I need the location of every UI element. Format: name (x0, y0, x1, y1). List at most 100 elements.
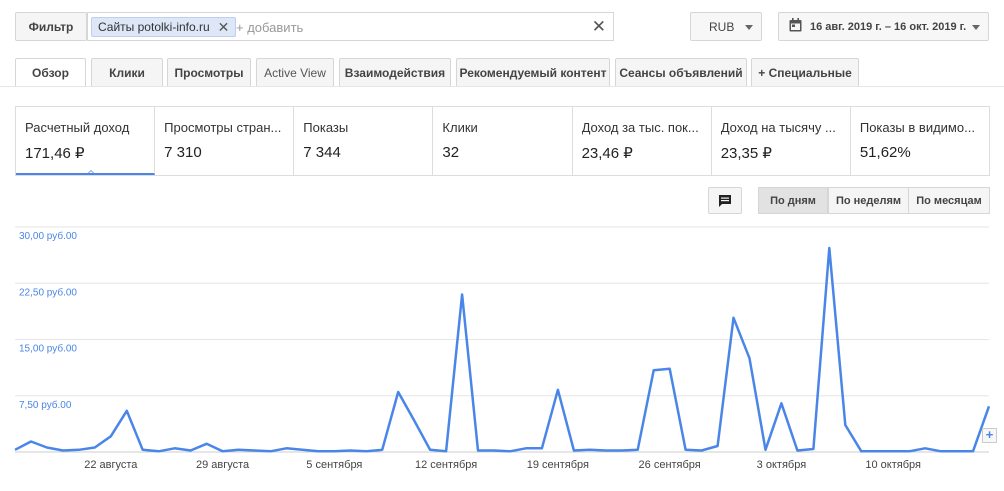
date-range-picker[interactable]: 16 авг. 2019 г. – 16 окт. 2019 г. (778, 12, 989, 41)
x-tick-label: 19 сентября (527, 459, 589, 471)
metric-page-views[interactable]: Просмотры стран... 7 310 (155, 107, 295, 175)
data-point[interactable] (379, 447, 385, 453)
data-point[interactable] (762, 447, 768, 453)
data-point[interactable] (395, 389, 401, 395)
data-point[interactable] (267, 448, 273, 454)
metric-value: 51,62% (859, 144, 911, 161)
data-point[interactable] (539, 445, 545, 451)
tab-overview[interactable]: Обзор (15, 58, 86, 87)
data-point[interactable] (746, 355, 752, 361)
data-point[interactable] (283, 445, 289, 451)
data-point[interactable] (44, 445, 50, 451)
data-point[interactable] (731, 315, 737, 321)
data-point[interactable] (411, 418, 417, 424)
metric-label: Доход на тысячу ... (720, 120, 836, 135)
period-weekly-button[interactable]: По неделям (828, 187, 909, 214)
data-point[interactable] (826, 245, 832, 251)
data-point[interactable] (507, 448, 513, 454)
data-point[interactable] (683, 447, 689, 453)
data-point[interactable] (938, 448, 944, 454)
tab-active-view[interactable]: Active View (256, 58, 334, 87)
data-point[interactable] (12, 447, 18, 453)
data-point[interactable] (970, 448, 976, 454)
data-point[interactable] (124, 408, 130, 414)
currency-select[interactable]: RUB (690, 12, 762, 41)
data-point[interactable] (667, 366, 673, 372)
data-point[interactable] (347, 448, 353, 454)
data-point[interactable] (299, 447, 305, 453)
data-point[interactable] (172, 445, 178, 451)
filter-chip[interactable]: Сайты potolki-info.ru ✕ (91, 17, 237, 37)
data-point[interactable] (92, 445, 98, 451)
data-point[interactable] (651, 367, 657, 373)
metric-label: Показы (303, 120, 349, 135)
metric-page-rpm[interactable]: Доход за тыс. пок... 23,46 ₽ (573, 107, 712, 175)
data-point[interactable] (571, 448, 577, 454)
data-point[interactable] (60, 448, 66, 454)
data-point[interactable] (715, 443, 721, 449)
filter-button[interactable]: Фильтр (15, 12, 87, 41)
data-point[interactable] (427, 447, 433, 453)
period-monthly-button[interactable]: По месяцам (908, 187, 990, 214)
data-point[interactable] (188, 448, 194, 454)
data-point[interactable] (810, 446, 816, 452)
data-point[interactable] (954, 448, 960, 454)
y-tick-label: 30,00 руб.00 (19, 230, 77, 242)
data-point[interactable] (890, 448, 896, 454)
data-point[interactable] (523, 445, 529, 451)
data-point[interactable] (906, 448, 912, 454)
tab-custom[interactable]: + Специальные (751, 58, 859, 87)
tab-clicks[interactable]: Клики (91, 58, 163, 87)
tab-recommended-content[interactable]: Рекомендуемый контент (456, 58, 610, 87)
data-point[interactable] (922, 445, 928, 451)
metric-label: Клики (442, 120, 478, 135)
data-point[interactable] (220, 448, 226, 454)
data-point[interactable] (140, 447, 146, 453)
annotation-button[interactable] (708, 187, 742, 214)
data-point[interactable] (587, 447, 593, 453)
data-point[interactable] (842, 422, 848, 428)
data-point[interactable] (603, 448, 609, 454)
data-point[interactable] (858, 448, 864, 454)
data-point[interactable] (794, 448, 800, 454)
data-point[interactable] (331, 448, 337, 454)
x-tick-label: 22 августа (84, 459, 138, 471)
data-point[interactable] (475, 448, 481, 454)
tab-views[interactable]: Просмотры (167, 58, 251, 87)
clear-filter-icon[interactable]: ✕ (592, 17, 606, 37)
data-point[interactable] (619, 448, 625, 454)
data-point[interactable] (236, 447, 242, 453)
series-line (14, 246, 991, 453)
metric-impressions[interactable]: Показы 7 344 (294, 107, 434, 175)
filter-input-box[interactable]: Сайты potolki-info.ru ✕ + добавить ✕ (87, 12, 614, 41)
data-point[interactable] (986, 403, 992, 409)
data-point[interactable] (28, 439, 34, 445)
data-point[interactable] (491, 448, 497, 454)
data-point[interactable] (778, 400, 784, 406)
data-point[interactable] (315, 448, 321, 454)
tab-interactions[interactable]: Взаимодействия (339, 58, 451, 87)
data-point[interactable] (156, 448, 162, 454)
data-point[interactable] (459, 292, 465, 298)
plus-icon[interactable]: + (982, 428, 997, 443)
data-point[interactable] (555, 387, 561, 393)
chevron-down-icon (972, 25, 980, 30)
metric-viewable-impressions[interactable]: Показы в видимо... 51,62% (851, 107, 989, 175)
chevron-down-icon (745, 25, 753, 30)
add-filter-placeholder[interactable]: + добавить (236, 20, 303, 35)
data-point[interactable] (443, 448, 449, 454)
data-point[interactable] (363, 448, 369, 454)
data-point[interactable] (699, 448, 705, 454)
data-point[interactable] (874, 448, 880, 454)
data-point[interactable] (76, 447, 82, 453)
data-point[interactable] (204, 441, 210, 447)
metric-impression-rpm[interactable]: Доход на тысячу ... 23,35 ₽ (712, 107, 851, 175)
period-daily-button[interactable]: По дням (758, 187, 828, 214)
tab-ad-sessions[interactable]: Сеансы объявлений (615, 58, 747, 87)
data-point[interactable] (635, 447, 641, 453)
metric-clicks[interactable]: Клики 32 (433, 107, 573, 175)
data-point[interactable] (252, 448, 258, 454)
metric-estimated-revenue[interactable]: Расчетный доход 171,46 ₽ (16, 107, 156, 175)
data-point[interactable] (108, 433, 114, 439)
close-icon[interactable]: ✕ (218, 20, 230, 34)
